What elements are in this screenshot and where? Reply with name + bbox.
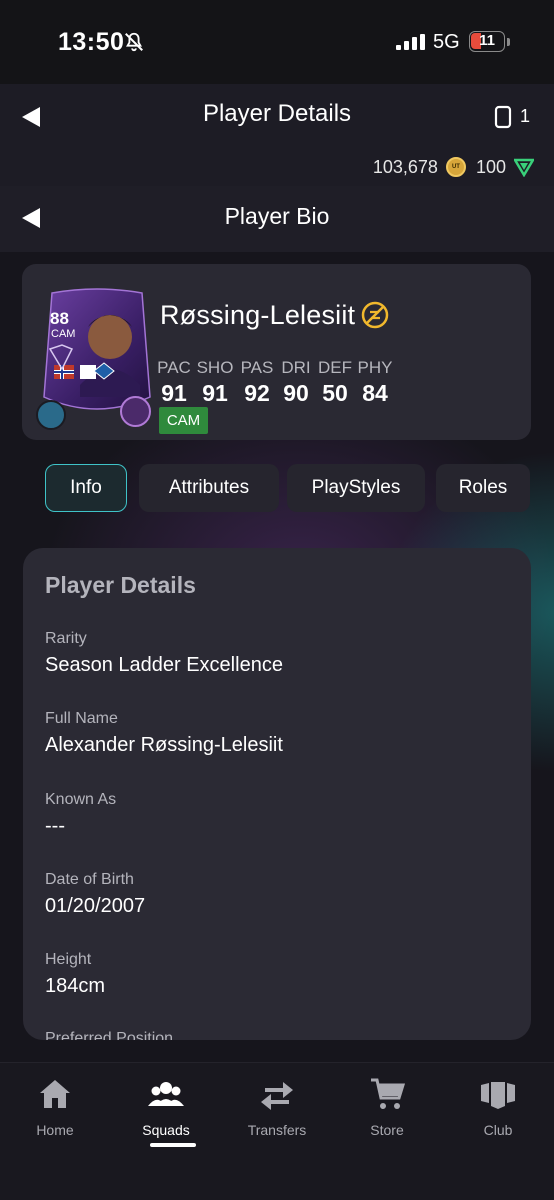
coins-balance: 103,678 — [372, 156, 438, 177]
signal-bars-icon — [396, 34, 425, 50]
stat-value: 90 — [283, 380, 309, 406]
nav-label: Club — [483, 1122, 513, 1138]
stat-value: 91 — [202, 380, 228, 406]
stat-def: DEF 50 — [315, 358, 355, 407]
stat-label: DRI — [281, 358, 311, 377]
field-label-full-name: Full Name — [45, 710, 118, 727]
field-value-known-as: --- — [45, 815, 65, 837]
nav-home[interactable]: Home — [5, 1076, 105, 1138]
dna-icon — [120, 396, 151, 427]
card-icon — [494, 105, 512, 129]
section-title: Player Bio — [224, 203, 330, 229]
position-badge: CAM — [159, 407, 208, 434]
details-title: Player Details — [45, 572, 196, 598]
tab-roles[interactable]: Roles — [436, 464, 530, 512]
tab-info[interactable]: Info — [45, 464, 127, 512]
field-label-height: Height — [45, 951, 92, 968]
field-value-full-name: Alexander Røssing-Lelesiit — [45, 734, 283, 756]
field-value-height: 184cm — [45, 975, 106, 997]
stat-value: 84 — [362, 380, 388, 406]
nav-transfers[interactable]: Transfers — [227, 1076, 327, 1138]
stat-sho: SHO 91 — [195, 358, 235, 407]
nav-label: Home — [36, 1122, 74, 1138]
squads-icon — [148, 1082, 184, 1106]
stat-phy: PHY 84 — [355, 358, 395, 407]
field-label-rarity: Rarity — [45, 630, 87, 647]
club-icon — [481, 1082, 515, 1109]
evolution-icon — [36, 400, 66, 430]
points-icon — [514, 158, 534, 177]
cart-icon — [371, 1078, 405, 1109]
coin-icon: UT — [445, 157, 466, 177]
field-value-rarity: Season Ladder Excellence — [45, 654, 283, 676]
battery-icon: 11 — [469, 31, 505, 52]
nav-label: Store — [370, 1122, 404, 1138]
field-value-dob: 01/20/2007 — [45, 895, 146, 917]
card-rating: 88 — [50, 309, 69, 328]
field-label-dob: Date of Birth — [45, 871, 134, 888]
home-icon — [40, 1080, 70, 1108]
bell-slash-icon — [125, 32, 143, 52]
player-details-panel[interactable]: Player Details Rarity Season Ladder Exce… — [23, 548, 531, 1040]
stat-label: SHO — [196, 358, 234, 377]
battery-level: 11 — [479, 32, 495, 49]
stat-label: PAS — [240, 358, 274, 377]
stat-value: 50 — [322, 380, 348, 406]
nav-club[interactable]: Club — [448, 1076, 548, 1138]
tab-playstyles[interactable]: PlayStyles — [287, 464, 425, 512]
field-label-known-as: Known As — [45, 791, 117, 808]
status-time: 13:50 — [58, 28, 125, 56]
stat-dri: DRI 90 — [276, 358, 316, 407]
stat-label: PHY — [357, 358, 393, 377]
transfers-icon — [261, 1082, 293, 1110]
card-count: 1 — [520, 106, 531, 126]
stat-value: 92 — [244, 380, 270, 406]
active-tab-indicator — [150, 1143, 196, 1147]
stat-pac: PAC 91 — [154, 358, 194, 407]
stat-label: PAC — [157, 358, 191, 377]
nav-label: Squads — [142, 1122, 190, 1138]
stat-label: DEF — [318, 358, 352, 377]
player-name: Røssing-Lelesiit — [160, 300, 356, 330]
page-title: Player Details — [202, 100, 352, 127]
field-label-preferred-position: Preferred Position — [45, 1030, 174, 1040]
nav-label: Transfers — [247, 1122, 307, 1138]
stat-pas: PAS 92 — [237, 358, 277, 407]
nav-store[interactable]: Store — [337, 1076, 437, 1138]
nav-squads[interactable]: Squads — [116, 1076, 216, 1138]
currency-bar: 103,678 UT 100 — [373, 156, 534, 178]
card-position: CAM — [51, 328, 76, 340]
tab-attributes[interactable]: Attributes — [139, 464, 279, 512]
points-balance: 100 — [475, 156, 506, 177]
stat-value: 91 — [161, 380, 187, 406]
network-label: 5G — [433, 31, 460, 53]
untradeable-icon — [361, 301, 389, 329]
